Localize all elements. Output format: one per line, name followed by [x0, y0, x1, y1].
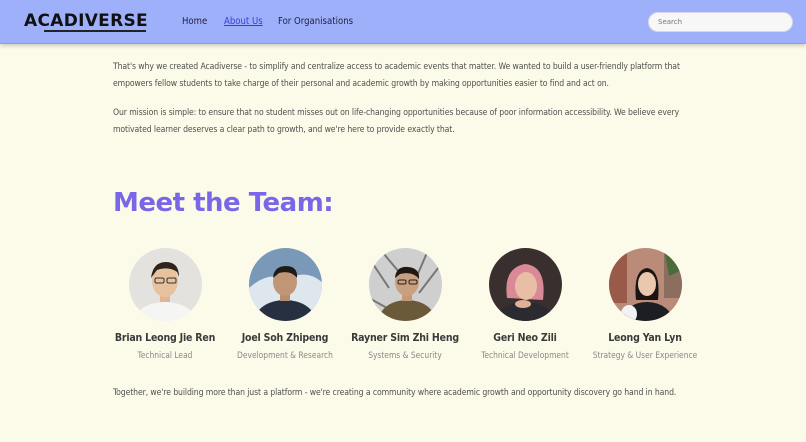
closing-statement: Together, we're building more than just …	[113, 388, 677, 398]
team-member-card: Geri Neo Zili Technical Development	[465, 248, 585, 360]
team-member-card: Rayner Sim Zhi Heng Systems & Security	[345, 248, 465, 360]
team-member-card: Joel Soh Zhipeng Development & Research	[225, 248, 345, 360]
top-navbar: ACADIVERSE Home About Us For Organisatio…	[0, 0, 806, 44]
team-heading: Meet the Team:	[113, 188, 334, 218]
member-role: Systems & Security	[368, 350, 442, 360]
member-role: Strategy & User Experience	[592, 350, 698, 360]
team-members: Brian Leong Jie Ren Technical Lead Joel …	[105, 248, 705, 368]
member-name: Leong Yan Lyn	[608, 332, 682, 344]
member-role: Technical Development	[481, 350, 569, 360]
about-page: they're uncertain about where to search …	[0, 0, 806, 442]
mission-paragraph: Our mission is simple: to ensure that no…	[113, 108, 680, 135]
nav-link-for-organisations[interactable]: For Organisations	[278, 16, 353, 27]
member-avatar	[248, 248, 322, 321]
member-name: Rayner Sim Zhi Heng	[351, 332, 459, 344]
member-name: Geri Neo Zili	[493, 332, 557, 344]
team-member-card: Leong Yan Lyn Strategy & User Experience	[585, 248, 705, 360]
member-role: Development & Research	[237, 350, 333, 360]
team-member-card: Brian Leong Jie Ren Technical Lead	[105, 248, 225, 360]
member-name: Joel Soh Zhipeng	[241, 332, 329, 344]
logo[interactable]: ACADIVERSE	[24, 11, 148, 31]
nav-link-home[interactable]: Home	[182, 16, 207, 27]
member-avatar	[368, 248, 442, 321]
logo-underline	[44, 30, 146, 32]
member-name: Brian Leong Jie Ren	[114, 332, 216, 344]
about-paragraph: That's why we created Acadiverse - to si…	[113, 62, 680, 89]
about-content: they're uncertain about where to search …	[113, 30, 698, 151]
nav-link-about-us[interactable]: About Us	[224, 16, 263, 27]
member-avatar	[128, 248, 202, 321]
member-role: Technical Lead	[137, 350, 193, 360]
member-avatar	[488, 248, 562, 321]
member-avatar	[608, 248, 682, 321]
search-input[interactable]	[648, 12, 793, 32]
